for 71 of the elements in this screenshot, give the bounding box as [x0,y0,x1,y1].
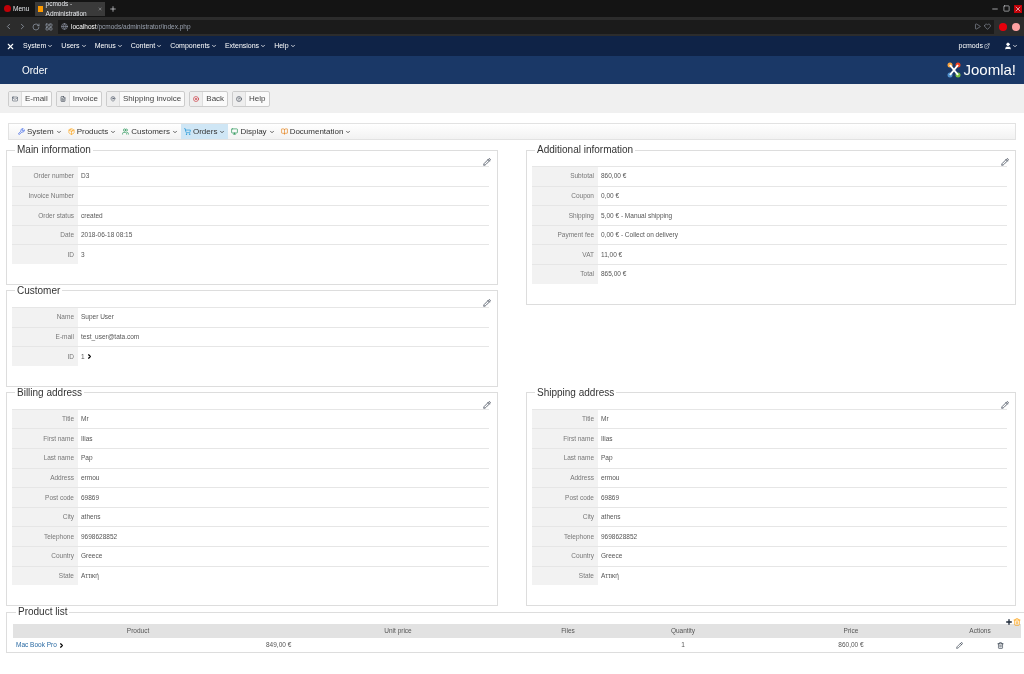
caret-icon [80,43,87,49]
menu-item-icon [18,128,25,135]
reload-icon[interactable] [32,22,40,31]
edit-icon[interactable] [483,158,491,166]
toolbar-button[interactable]: Help [232,90,270,107]
toolbar-icon [59,95,66,102]
toolbar-icon [236,95,243,102]
menu-item-icon [280,128,288,135]
favicon-icon [38,5,43,12]
caret-icon [156,43,163,49]
caret-icon [268,128,275,135]
edit-icon[interactable] [1001,158,1009,166]
section-title: Customer [16,284,62,297]
toolbar-button[interactable]: Invoice [55,90,103,107]
globe-icon [61,23,68,30]
user-icon [1004,42,1012,50]
back-icon[interactable] [4,22,13,31]
caret-icon [116,43,123,49]
component-menu-item[interactable]: Display [228,124,278,139]
caret-icon [47,43,54,49]
joomla-logo-icon [947,62,962,78]
toolbar-button[interactable]: Shipping invoice [106,90,186,107]
component-menu-item[interactable]: System [15,124,65,139]
component-menu-item[interactable]: Customers [119,124,181,139]
forward-icon[interactable] [18,22,27,31]
edit-icon[interactable] [483,298,491,307]
toolbar-icon [193,95,200,102]
chevron-icon[interactable] [85,352,93,360]
toolbar-button[interactable]: Back [189,90,229,107]
external-link-icon [984,43,990,49]
section-title: Main information [16,144,92,156]
add-icon[interactable] [1005,618,1013,627]
page-title: Order [22,63,48,78]
component-menu-item[interactable]: Documentation [277,124,355,139]
user-menu[interactable] [1004,42,1018,50]
menu-item-icon [183,128,191,135]
edit-icon[interactable] [483,400,491,409]
caret-icon [345,128,352,135]
close-icon[interactable] [1014,4,1022,13]
menu-item-icon [67,128,75,135]
section-title: Billing address [16,386,84,399]
section-title: Product list [17,606,69,619]
toolbar-icon [12,95,18,102]
component-menu-item[interactable]: Orders [180,124,229,139]
toolbar-icon [110,95,117,102]
play-icon[interactable] [974,23,981,30]
component-menu-item[interactable]: Products [64,124,120,139]
toolbar-button[interactable]: E-mail [8,90,52,107]
menu-item-icon [122,128,130,135]
chevron-icon[interactable] [57,641,65,649]
caret-icon [219,128,226,135]
joomla-logo-text: Joomla! [963,59,1016,80]
edit-icon[interactable] [1001,400,1009,409]
heart-icon[interactable] [984,23,991,30]
section-title: Shipping address [536,386,616,399]
caret-icon [171,128,178,135]
trash-icon[interactable] [997,641,1004,649]
caret-icon [110,128,117,135]
caret-icon [260,43,267,49]
section-title: Additional information [536,144,635,156]
caret-icon [55,128,62,135]
maximize-icon[interactable] [1003,5,1010,12]
caret-icon [1012,43,1018,49]
menu-item-icon [231,128,239,135]
caret-icon [210,43,217,49]
browser-logo-icon [4,5,11,12]
grid-icon[interactable] [45,22,53,31]
edit-icon[interactable] [956,641,963,649]
caret-icon [289,43,296,49]
new-tab-icon[interactable] [109,4,118,13]
joomla-icon[interactable] [6,41,15,51]
